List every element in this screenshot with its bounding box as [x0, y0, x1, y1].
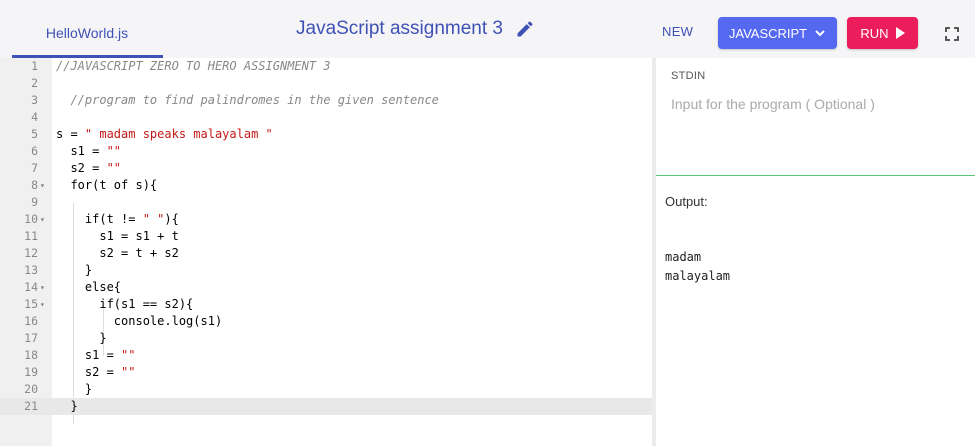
chevron-down-icon — [814, 27, 826, 39]
stdin-input[interactable]: Input for the program ( Optional ) — [671, 96, 875, 112]
new-button[interactable]: NEW — [662, 24, 693, 39]
line-number: 18 — [24, 348, 38, 362]
panel-divider[interactable] — [656, 175, 975, 176]
code-line[interactable]: 16 console.log(s1) — [0, 313, 652, 330]
line-number: 1 — [31, 59, 38, 73]
fold-arrow-icon[interactable]: ▾ — [40, 177, 45, 194]
line-number: 11 — [24, 229, 38, 243]
code-line[interactable]: 9 — [0, 194, 652, 211]
code-line[interactable]: 7 s2 = "" — [0, 160, 652, 177]
line-number: 10 — [24, 212, 38, 226]
code-text: } — [56, 263, 93, 277]
title-area: JavaScript assignment 3 — [296, 18, 535, 40]
code-text: for(t of s){ — [56, 178, 158, 192]
fullscreen-icon[interactable] — [945, 27, 959, 41]
code-line[interactable]: 14 ▾ else{ — [0, 279, 652, 296]
code-line[interactable]: 11 s1 = s1 + t — [0, 228, 652, 245]
code-line[interactable]: 4 — [0, 109, 652, 126]
code-line[interactable]: 1 //JAVASCRIPT ZERO TO HERO ASSIGNMENT 3 — [0, 58, 652, 75]
code-lines[interactable]: 1 //JAVASCRIPT ZERO TO HERO ASSIGNMENT 3 2… — [0, 58, 652, 415]
code-text: s = " madam speaks malayalam " — [56, 127, 273, 141]
fold-arrow-icon[interactable]: ▾ — [40, 296, 45, 313]
code-line[interactable]: 5 s = " madam speaks malayalam " — [0, 126, 652, 143]
code-text: if(t != " "){ — [56, 212, 179, 226]
code-line[interactable]: 6 s1 = "" — [0, 143, 652, 160]
language-label: JAVASCRIPT — [728, 25, 808, 41]
line-number: 21 — [24, 399, 38, 413]
code-text: //JAVASCRIPT ZERO TO HERO ASSIGNMENT 3 — [56, 59, 331, 73]
line-number: 16 — [24, 314, 38, 328]
code-text: else{ — [56, 280, 122, 294]
code-text: s1 = "" — [56, 144, 122, 158]
code-line[interactable]: 17 } — [0, 330, 652, 347]
code-text: } — [56, 382, 93, 396]
code-line[interactable]: 21 } — [0, 398, 652, 415]
code-text: s2 = t + s2 — [56, 246, 179, 260]
play-icon — [895, 27, 905, 39]
run-button[interactable]: RUN — [847, 17, 918, 49]
line-number: 4 — [31, 110, 38, 124]
run-label: RUN — [860, 25, 889, 41]
line-number: 14 — [24, 280, 38, 294]
code-line[interactable]: 10 ▾ if(t != " "){ — [0, 211, 652, 228]
code-line[interactable]: 18 s1 = "" — [0, 347, 652, 364]
line-number: 7 — [31, 161, 38, 175]
language-select-button[interactable]: JAVASCRIPT — [718, 17, 837, 49]
code-line[interactable]: 19 s2 = "" — [0, 364, 652, 381]
line-number: 20 — [24, 382, 38, 396]
top-bar: HelloWorld.js JavaScript assignment 3 NE… — [0, 0, 975, 58]
line-number: 19 — [24, 365, 38, 379]
line-number: 8 — [31, 178, 38, 192]
output-label: Output: — [665, 194, 708, 209]
code-line[interactable]: 2 — [0, 75, 652, 92]
io-panel: STDIN Input for the program ( Optional )… — [656, 58, 975, 446]
line-number: 15 — [24, 297, 38, 311]
line-number: 17 — [24, 331, 38, 345]
fold-arrow-icon[interactable]: ▾ — [40, 211, 45, 228]
code-text: } — [56, 399, 78, 413]
code-line[interactable]: 13 } — [0, 262, 652, 279]
file-tab-label: HelloWorld.js — [45, 25, 129, 41]
line-number: 9 — [31, 195, 38, 209]
code-editor[interactable]: 1 //JAVASCRIPT ZERO TO HERO ASSIGNMENT 3 2… — [0, 58, 652, 446]
code-text: s1 = s1 + t — [56, 229, 179, 243]
line-number: 5 — [31, 127, 38, 141]
stdin-label: STDIN — [671, 70, 706, 82]
code-line[interactable]: 3 //program to find palindromes in the g… — [0, 92, 652, 109]
code-text: s2 = "" — [56, 365, 136, 379]
code-text: //program to find palindromes in the giv… — [70, 93, 439, 107]
line-number: 6 — [31, 144, 38, 158]
code-line[interactable]: 8 ▾ for(t of s){ — [0, 177, 652, 194]
code-text: s1 = "" — [56, 348, 136, 362]
code-line[interactable]: 20 } — [0, 381, 652, 398]
code-line[interactable]: 12 s2 = t + s2 — [0, 245, 652, 262]
line-number: 3 — [31, 93, 38, 107]
line-number: 2 — [31, 76, 38, 90]
code-text: } — [56, 331, 107, 345]
page-title[interactable]: JavaScript assignment 3 — [296, 18, 503, 40]
code-text: if(s1 == s2){ — [56, 297, 194, 311]
code-text: s2 = "" — [56, 161, 122, 175]
line-number: 12 — [24, 246, 38, 260]
file-tab[interactable]: HelloWorld.js — [12, 10, 162, 56]
code-text: console.log(s1) — [56, 314, 223, 328]
line-number: 13 — [24, 263, 38, 277]
fold-arrow-icon[interactable]: ▾ — [40, 279, 45, 296]
code-line[interactable]: 15 ▾ if(s1 == s2){ — [0, 296, 652, 313]
output-text: madam malayalam — [665, 250, 731, 283]
pencil-icon[interactable] — [515, 19, 535, 39]
